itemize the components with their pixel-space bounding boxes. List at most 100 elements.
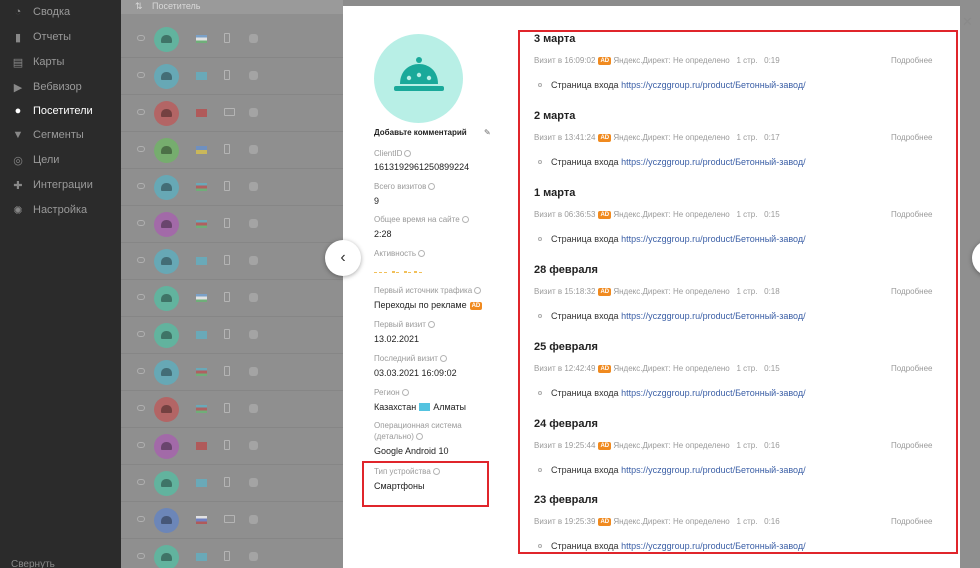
comment-icon [137,257,145,263]
comment-icon [137,442,145,448]
help-icon[interactable] [428,183,436,190]
help-icon[interactable] [404,150,412,157]
table-row[interactable] [121,206,343,243]
total-visits-label: Всего визитов [374,182,436,191]
sort-icon: ⇅ [135,1,143,11]
comment-icon [137,146,145,152]
comment-icon [137,220,145,226]
sidebar-item-settings[interactable]: ✺ Настройка [0,198,121,222]
region-value: Казахстан Алматы [374,402,467,412]
target-icon: ◎ [13,154,23,167]
pencil-icon[interactable]: ✎ [484,128,491,137]
sidebar-item-reports[interactable]: ▮ Отчеты [0,25,121,49]
flag-icon [196,257,207,265]
funnel-icon: ▼ [12,129,24,141]
sidebar-item-label: Цели [33,154,60,166]
table-row[interactable] [121,317,343,354]
sidebar-item-label: Вебвизор [33,81,82,93]
help-icon[interactable] [427,321,435,328]
flag-icon [196,220,207,228]
table-row[interactable] [121,95,343,132]
previous-visitor-button[interactable]: ‹ [325,240,361,276]
smartphone-icon [224,403,230,413]
chevron-left-icon: ‹ [340,249,346,266]
sidebar-item-integrations[interactable]: ✚ Интеграции [0,173,121,197]
help-icon[interactable] [474,287,482,294]
sidebar-item-label: Сводка [33,6,71,18]
table-row[interactable] [121,465,343,502]
first-visit-value: 13.02.2021 [374,334,420,344]
android-icon [249,219,258,228]
android-icon [249,34,258,43]
users-icon: ● [14,105,22,117]
clientid-label: ClientID [374,149,412,158]
table-row[interactable] [121,132,343,169]
flag-icon [196,553,207,561]
table-row[interactable] [121,169,343,206]
help-icon[interactable] [461,216,469,223]
android-icon [249,552,258,561]
android-icon [249,367,258,376]
help-icon[interactable] [439,355,447,362]
play-icon: ▶ [13,81,23,94]
col-visitor[interactable]: Посетитель [152,1,201,11]
table-row[interactable] [121,428,343,465]
clientid-value: 1613192961250899224 [374,162,470,172]
total-time-value: 2:28 [374,229,392,239]
flag-icon [196,72,207,80]
smartphone-icon [224,33,230,43]
avatar [154,138,179,163]
collapse-sidebar-button[interactable]: Свернуть [11,559,55,568]
add-comment-link[interactable]: Добавьте комментарий [374,128,467,137]
windows-icon [249,108,258,117]
avatar [154,508,179,533]
flag-icon [196,516,207,524]
android-icon [249,71,258,80]
visitors-table: ⇅ Посетитель [121,0,343,568]
sidebar-item-label: Интеграции [33,179,93,191]
avatar [154,545,179,568]
sidebar-item-label: Карты [33,56,65,68]
flag-icon [196,109,207,117]
table-row[interactable] [121,280,343,317]
desktop-icon [224,108,235,116]
smartphone-icon [224,218,230,228]
table-row[interactable] [121,243,343,280]
sidebar-item-label: Сегменты [33,129,84,141]
sidebar-item-visitors[interactable]: ● Посетители [0,99,121,123]
table-right-edge [960,0,980,568]
smartphone-icon [224,477,230,487]
sidebar-item-segments[interactable]: ▼ Сегменты [0,123,121,147]
smartphone-icon [224,440,230,450]
table-row[interactable] [121,539,343,568]
table-row[interactable] [121,502,343,539]
help-icon[interactable] [418,250,426,257]
kazakhstan-flag-icon [419,403,431,411]
table-row[interactable] [121,391,343,428]
avatar [154,175,179,200]
first-visit-label: Первый визит [374,320,435,329]
os-label-detail: (детально) [374,432,423,441]
table-row[interactable] [121,354,343,391]
close-icon[interactable]: ✕ [962,15,973,28]
avatar [154,397,179,422]
sidebar-item-maps[interactable]: ▤ Карты [0,50,121,74]
android-icon [249,330,258,339]
puzzle-icon: ✚ [13,179,23,192]
table-row[interactable] [121,58,343,95]
sidebar-item-goals[interactable]: ◎ Цели [0,148,121,172]
avatar [154,360,179,385]
table-row[interactable] [121,21,343,58]
sidebar-item-webvisor[interactable]: ▶ Вебвизор [0,75,121,99]
android-icon [249,145,258,154]
help-icon[interactable] [401,389,409,396]
flag-icon [196,183,207,191]
avatar [154,286,179,311]
help-icon[interactable] [415,433,423,440]
flag-icon [196,146,207,154]
sidebar-item-summary[interactable]: ◔ Сводка [0,0,121,24]
last-visit-label: Последний визит [374,354,447,363]
sidebar-item-label: Посетители [33,105,93,117]
comment-icon [137,183,145,189]
activity-sparkline [374,271,422,273]
